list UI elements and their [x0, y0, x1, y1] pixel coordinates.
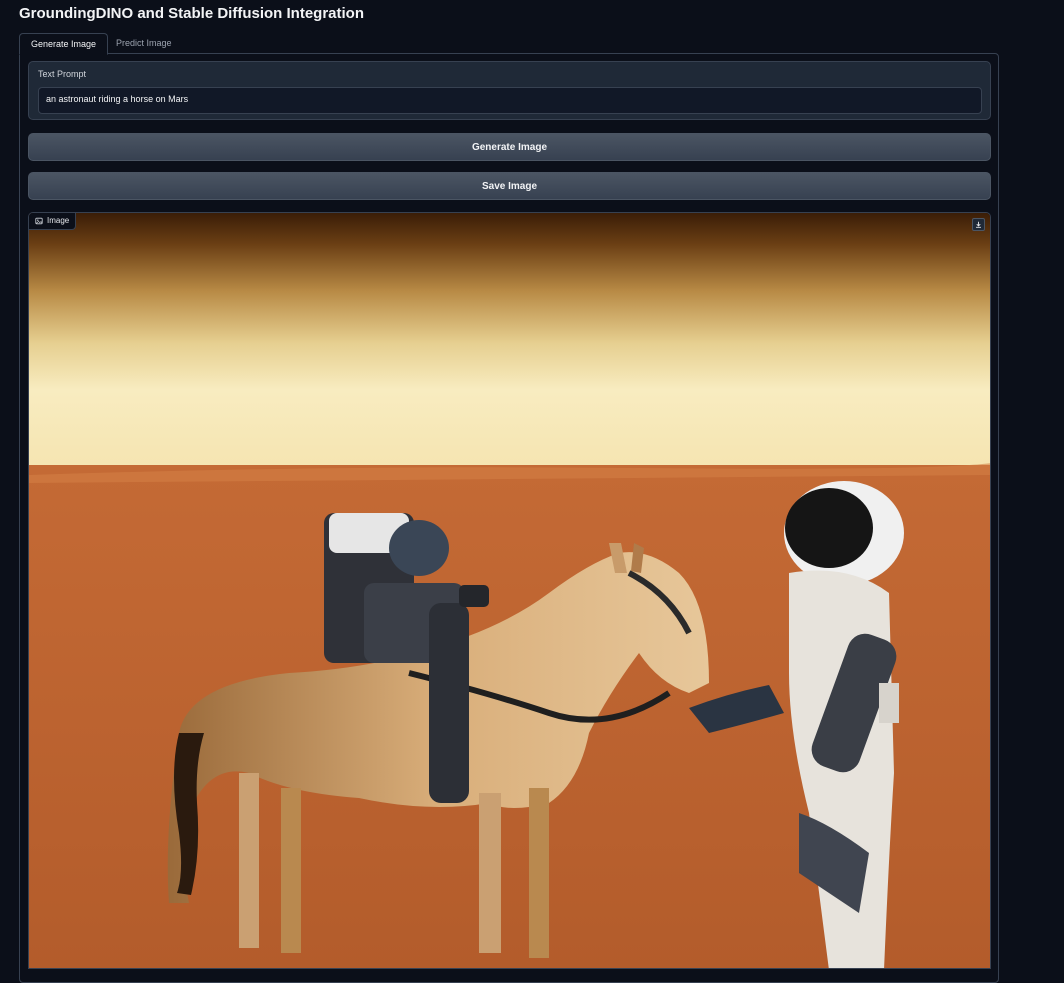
download-button[interactable]: [972, 218, 985, 231]
image-output-label: Image: [29, 213, 77, 230]
tab-generate-image[interactable]: Generate Image: [19, 33, 109, 55]
generate-image-button[interactable]: Generate Image: [28, 133, 991, 161]
text-prompt-block: Text Prompt an astronaut riding a horse …: [28, 61, 991, 120]
page-title: GroundingDINO and Stable Diffusion Integ…: [19, 5, 364, 22]
tab-predict-image[interactable]: Predict Image: [105, 33, 183, 53]
save-image-button[interactable]: Save Image: [28, 172, 991, 200]
generated-image: [29, 213, 990, 968]
image-icon: [35, 217, 43, 225]
image-output: Image: [28, 212, 991, 969]
image-label-text: Image: [47, 216, 70, 225]
text-prompt-label: Text Prompt: [38, 69, 87, 79]
download-icon: [976, 221, 981, 228]
right-gutter: [999, 0, 1064, 969]
text-prompt-input[interactable]: an astronaut riding a horse on Mars: [38, 87, 982, 114]
